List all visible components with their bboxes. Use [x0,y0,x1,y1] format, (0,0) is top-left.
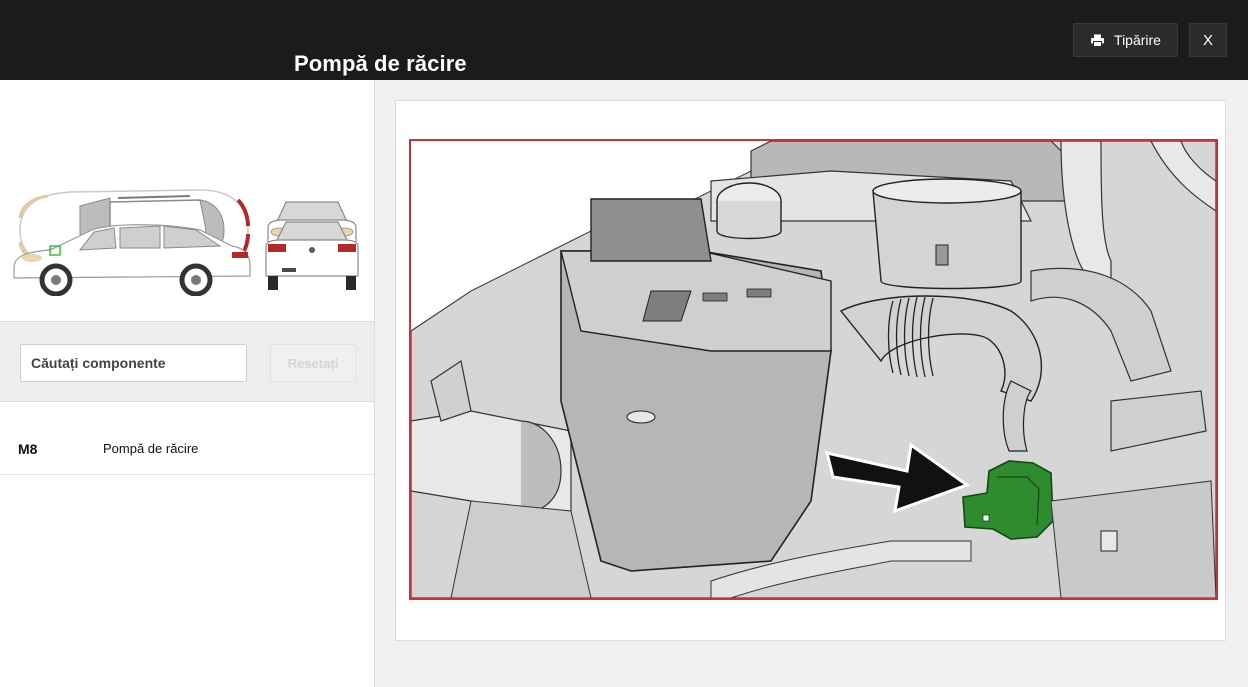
search-bar: Resetați [0,321,374,402]
component-name: Pompă de răcire [103,441,199,456]
header-bar: Pompă de răcire Tipărire X [0,0,1248,80]
car-side-view[interactable] [10,216,252,296]
reset-button[interactable]: Resetați [270,344,356,382]
print-button-label: Tipărire [1114,32,1161,48]
car-rear-view[interactable] [260,216,364,296]
page-title: Pompă de răcire [294,51,467,76]
main-area [375,80,1248,687]
close-button[interactable]: X [1189,23,1227,57]
car-views [0,80,374,321]
component-code: M8 [18,441,38,457]
left-panel: Resetați M8 Pompă de răcire [0,80,375,687]
diagram-frame [409,139,1218,600]
list-item[interactable]: M8 Pompă de răcire [0,424,374,475]
search-input[interactable] [20,344,247,382]
printer-icon [1091,34,1105,47]
engine-diagram[interactable] [411,141,1216,598]
diagram-card [395,100,1226,641]
print-button[interactable]: Tipărire [1073,23,1178,57]
